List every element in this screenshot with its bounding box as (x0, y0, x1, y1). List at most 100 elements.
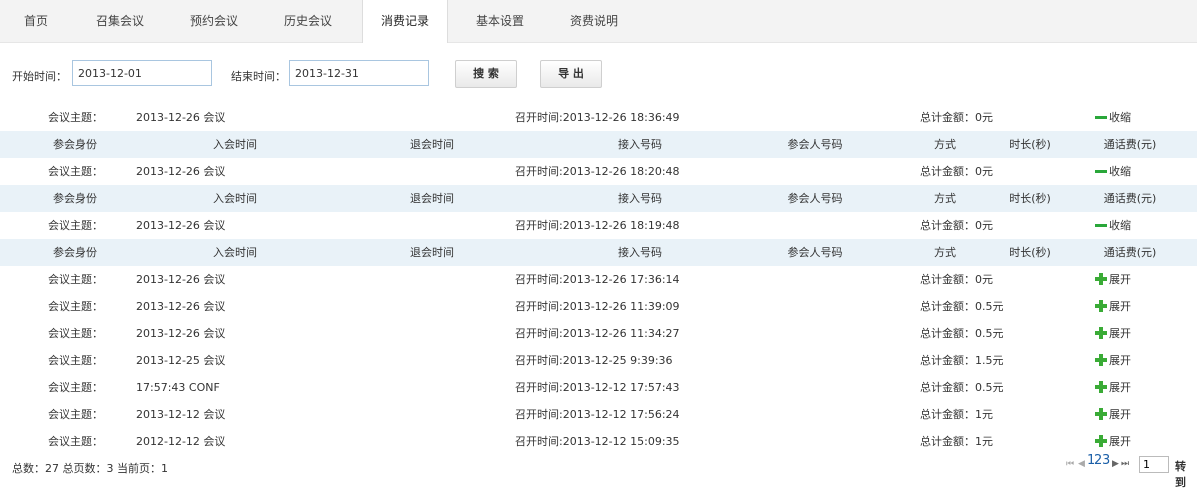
meeting-row: 会议主题： 2013-12-25 会议 召开时间:2013-12-25 9:39:3… (0, 347, 1197, 374)
tab-convene-meeting[interactable]: 召集会议 (86, 0, 154, 42)
plus-icon (1095, 408, 1107, 420)
detail-header-cell: 参会人号码 (787, 246, 843, 259)
expand-toggle[interactable]: 展开 (1095, 266, 1131, 293)
next-page-icon[interactable]: ▶ (1112, 459, 1119, 469)
collapse-label: 收缩 (1109, 111, 1131, 124)
tab-fee-description[interactable]: 资费说明 (560, 0, 628, 42)
meeting-total: 总计金额：0元 (920, 273, 993, 286)
meeting-row: 会议主题： 2013-12-26 会议 召开时间:2013-12-26 11:34:… (0, 320, 1197, 347)
expand-label: 展开 (1109, 435, 1131, 448)
detail-header-cell: 接入号码 (618, 246, 662, 259)
detail-header-cell: 退会时间 (410, 192, 454, 205)
pagination-summary: 总数：27 总页数：3 当前页：1 (12, 462, 168, 475)
plus-icon (1095, 354, 1107, 366)
meeting-start-time: 召开时间:2013-12-12 15:09:35 (515, 435, 680, 448)
plus-icon (1095, 273, 1107, 285)
meeting-subject: 2012-12-12 会议 (136, 435, 226, 448)
detail-header-cell: 方式 (934, 138, 956, 151)
tab-basic-settings[interactable]: 基本设置 (466, 0, 534, 42)
detail-header-row: 参会身份 入会时间 退会时间 接入号码 参会人号码 方式 时长(秒) 通话费(元) (0, 185, 1197, 212)
end-time-input[interactable] (289, 60, 429, 86)
subject-label: 会议主题： (48, 111, 103, 124)
expand-label: 展开 (1109, 273, 1131, 286)
subject-label: 会议主题： (48, 381, 103, 394)
detail-header-cell: 方式 (934, 246, 956, 259)
collapse-toggle[interactable]: 收缩 (1095, 158, 1131, 185)
detail-header-cell: 时长(秒) (1009, 138, 1051, 151)
meeting-subject: 2013-12-26 会议 (136, 111, 226, 124)
detail-header-cell: 入会时间 (213, 138, 257, 151)
plus-icon (1095, 327, 1107, 339)
meeting-start-time: 召开时间:2013-12-26 18:19:48 (515, 219, 680, 232)
meeting-start-time: 召开时间:2013-12-25 9:39:36 (515, 354, 673, 367)
plus-icon (1095, 381, 1107, 393)
meeting-row: 会议主题： 2013-12-26 会议 召开时间:2013-12-26 18:36:… (0, 104, 1197, 131)
detail-header-cell: 接入号码 (618, 138, 662, 151)
start-time-label: 开始时间： (12, 70, 67, 83)
meeting-subject: 2013-12-25 会议 (136, 354, 226, 367)
expand-toggle[interactable]: 展开 (1095, 320, 1131, 347)
last-page-icon[interactable]: ⏭ (1121, 459, 1129, 469)
subject-label: 会议主题： (48, 219, 103, 232)
tab-meeting-history[interactable]: 历史会议 (274, 0, 342, 42)
meeting-total: 总计金额：1元 (920, 408, 993, 421)
meeting-row: 会议主题： 17:57:43 CONF 召开时间:2013-12-12 17:57:… (0, 374, 1197, 401)
meeting-start-time: 召开时间:2013-12-26 18:20:48 (515, 165, 680, 178)
plus-icon (1095, 435, 1107, 447)
meeting-total: 总计金额：0元 (920, 219, 993, 232)
meeting-total: 总计金额：0.5元 (920, 300, 1004, 313)
meeting-subject: 2013-12-26 会议 (136, 165, 226, 178)
expand-toggle[interactable]: 展开 (1095, 428, 1131, 455)
search-button[interactable]: 搜 索 (455, 60, 517, 88)
tab-home[interactable]: 首页 (14, 0, 58, 42)
meeting-subject: 17:57:43 CONF (136, 381, 220, 394)
meeting-total: 总计金额：1.5元 (920, 354, 1004, 367)
collapse-toggle[interactable]: 收缩 (1095, 212, 1131, 239)
subject-label: 会议主题： (48, 408, 103, 421)
meeting-total: 总计金额：0元 (920, 111, 993, 124)
collapse-label: 收缩 (1109, 219, 1131, 232)
detail-header-cell: 接入号码 (618, 192, 662, 205)
detail-header-cell: 方式 (934, 192, 956, 205)
detail-header-cell: 退会时间 (410, 138, 454, 151)
plus-icon (1095, 300, 1107, 312)
detail-header-row: 参会身份 入会时间 退会时间 接入号码 参会人号码 方式 时长(秒) 通话费(元) (0, 239, 1197, 266)
expand-toggle[interactable]: 展开 (1095, 401, 1131, 428)
detail-header-cell: 入会时间 (213, 246, 257, 259)
start-time-input[interactable] (72, 60, 212, 86)
meeting-start-time: 召开时间:2013-12-12 17:56:24 (515, 408, 680, 421)
expand-label: 展开 (1109, 300, 1131, 313)
meeting-total: 总计金额：0.5元 (920, 381, 1004, 394)
meeting-subject: 2013-12-26 会议 (136, 300, 226, 313)
detail-header-row: 参会身份 入会时间 退会时间 接入号码 参会人号码 方式 时长(秒) 通话费(元) (0, 131, 1197, 158)
collapse-toggle[interactable]: 收缩 (1095, 104, 1131, 131)
meeting-row: 会议主题： 2013-12-12 会议 召开时间:2013-12-12 17:56:… (0, 401, 1197, 428)
first-page-icon[interactable]: ⏮ (1066, 459, 1074, 469)
meeting-row: 会议主题： 2013-12-26 会议 召开时间:2013-12-26 18:19:… (0, 212, 1197, 239)
go-to-page-button[interactable]: 转到 (1175, 458, 1186, 490)
meeting-row: 会议主题： 2012-12-12 会议 召开时间:2013-12-12 15:09:… (0, 428, 1197, 455)
detail-header-cell: 入会时间 (213, 192, 257, 205)
prev-page-icon[interactable]: ◀ (1078, 459, 1085, 469)
meeting-start-time: 召开时间:2013-12-26 11:34:27 (515, 327, 680, 340)
expand-toggle[interactable]: 展开 (1095, 293, 1131, 320)
tab-schedule-meeting[interactable]: 预约会议 (180, 0, 248, 42)
expand-toggle[interactable]: 展开 (1095, 347, 1131, 374)
meeting-subject: 2013-12-12 会议 (136, 408, 226, 421)
page-number-input[interactable] (1139, 456, 1169, 473)
meeting-start-time: 召开时间:2013-12-26 17:36:14 (515, 273, 680, 286)
page-link-3[interactable]: 3 (1102, 453, 1110, 468)
expand-toggle[interactable]: 展开 (1095, 374, 1131, 401)
subject-label: 会议主题： (48, 435, 103, 448)
detail-header-cell: 通话费(元) (1103, 192, 1157, 205)
export-button[interactable]: 导 出 (540, 60, 602, 88)
subject-label: 会议主题： (48, 327, 103, 340)
detail-header-cell: 通话费(元) (1103, 138, 1157, 151)
meeting-subject: 2013-12-26 会议 (136, 273, 226, 286)
meeting-total: 总计金额：1元 (920, 435, 993, 448)
meeting-row: 会议主题： 2013-12-26 会议 召开时间:2013-12-26 18:20:… (0, 158, 1197, 185)
meeting-start-time: 召开时间:2013-12-26 18:36:49 (515, 111, 680, 124)
tab-consumption-records[interactable]: 消费记录 (362, 0, 448, 43)
subject-label: 会议主题： (48, 273, 103, 286)
minus-icon (1095, 115, 1107, 119)
